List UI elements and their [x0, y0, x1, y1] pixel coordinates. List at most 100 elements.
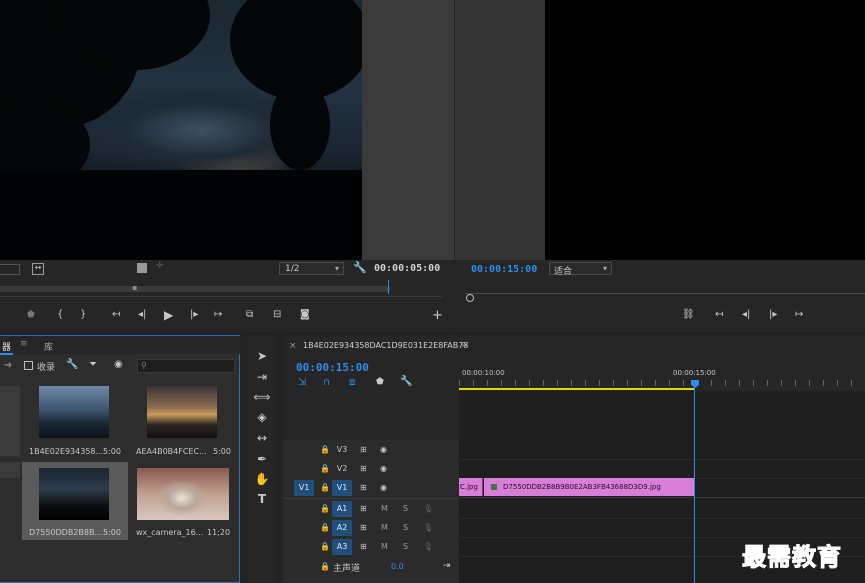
- timeline-playhead-handle[interactable]: [691, 380, 699, 388]
- go-to-out-icon[interactable]: ↦: [795, 310, 803, 320]
- thumbnail-3[interactable]: [39, 468, 109, 520]
- add-button-icon[interactable]: +: [432, 309, 443, 322]
- mute-button[interactable]: M: [381, 504, 388, 513]
- favorites-checkbox[interactable]: [24, 361, 33, 370]
- mark-in-icon[interactable]: {: [57, 310, 63, 320]
- eye-icon[interactable]: ◉: [380, 464, 387, 473]
- wrench-icon[interactable]: 🔧: [353, 262, 367, 273]
- overwrite-icon[interactable]: ⊟: [273, 310, 281, 320]
- lock-icon[interactable]: 🔒: [320, 445, 330, 454]
- source-scrubber[interactable]: [0, 286, 390, 292]
- wrench-icon[interactable]: 🔧: [400, 376, 412, 387]
- solo-button[interactable]: S: [403, 523, 408, 532]
- pen-tool-icon[interactable]: ✒: [253, 452, 271, 468]
- ripple-edit-tool-icon[interactable]: ⟺: [253, 390, 271, 406]
- microphone-icon[interactable]: 🎙: [423, 504, 433, 513]
- lock-icon[interactable]: 🔒: [320, 523, 330, 532]
- track-label[interactable]: A1: [332, 501, 352, 517]
- solo-button[interactable]: S: [403, 504, 408, 513]
- hand-tool-icon[interactable]: ✋: [253, 472, 271, 488]
- lock-icon[interactable]: 🔒: [320, 542, 330, 551]
- bin-list-stub[interactable]: [0, 462, 20, 478]
- sequence-tab[interactable]: 1B4E02E934358DAC1D9E031E2E8FAB78: [303, 341, 468, 350]
- mute-button[interactable]: M: [381, 542, 388, 551]
- thumbnail-4[interactable]: [137, 468, 229, 520]
- sync-icon[interactable]: ⊞: [360, 445, 367, 454]
- nest-icon[interactable]: ⇲: [298, 377, 306, 388]
- zoom-select[interactable]: 1/2 ▾: [279, 262, 344, 275]
- bin-list-stub[interactable]: [0, 386, 20, 456]
- sync-icon[interactable]: ⊞: [360, 483, 367, 492]
- microphone-icon[interactable]: 🎙: [423, 523, 433, 532]
- add-marker-icon[interactable]: ⬟: [27, 311, 35, 320]
- go-to-out-icon[interactable]: ↦: [214, 310, 222, 320]
- slip-tool-icon[interactable]: ↔: [253, 431, 271, 447]
- linked-selection-icon[interactable]: ⧈: [349, 377, 355, 388]
- selection-tool-icon[interactable]: ➤: [253, 349, 271, 365]
- eye-icon[interactable]: ◉: [380, 445, 387, 454]
- track-select-tool-icon[interactable]: ⇥: [253, 370, 271, 386]
- link-icon[interactable]: ⛓: [682, 310, 695, 320]
- track-label[interactable]: A3: [332, 539, 352, 555]
- timeline-clip[interactable]: C.jpg: [459, 478, 483, 496]
- close-icon[interactable]: ×: [289, 341, 297, 351]
- go-to-end-icon[interactable]: ⇥: [443, 561, 451, 571]
- program-scrubber[interactable]: [465, 293, 865, 294]
- lock-icon[interactable]: 🔒: [320, 464, 330, 473]
- dropdown-stub[interactable]: [0, 264, 20, 275]
- step-back-icon[interactable]: ◂|: [742, 310, 750, 320]
- timeline-timecode[interactable]: 00:00:15:00: [296, 361, 369, 374]
- thumbnail-2[interactable]: [147, 386, 217, 438]
- search-input[interactable]: ⚲: [137, 359, 235, 373]
- type-tool-icon[interactable]: T: [253, 492, 271, 508]
- camera-icon[interactable]: ◙: [300, 310, 310, 320]
- lock-icon[interactable]: 🔒: [320, 504, 330, 513]
- timeline-clip[interactable]: D7550DDB2B8B9B0E2AB3FB43688D3D9.jpg: [484, 478, 694, 496]
- eye-icon[interactable]: ◉: [380, 483, 387, 492]
- track-label[interactable]: V2: [332, 461, 352, 477]
- step-back-icon[interactable]: ◂|: [138, 310, 146, 320]
- wrench-icon[interactable]: 🔧: [66, 360, 78, 370]
- play-icon[interactable]: ▶: [164, 309, 173, 321]
- razor-tool-icon[interactable]: ◈: [253, 410, 271, 426]
- filter-icon[interactable]: ⏷: [89, 360, 97, 370]
- marker-icon[interactable]: [137, 263, 147, 273]
- add-marker-icon[interactable]: ⬟: [376, 377, 384, 387]
- lock-icon[interactable]: 🔒: [320, 483, 330, 492]
- source-patch[interactable]: V1: [294, 480, 314, 496]
- thumbnail-1[interactable]: [39, 386, 109, 438]
- fit-icon[interactable]: ↔: [32, 263, 44, 275]
- go-to-in-icon[interactable]: ↤: [112, 310, 120, 320]
- sync-icon[interactable]: ⊞: [360, 504, 367, 513]
- work-area-bar[interactable]: [459, 388, 695, 390]
- master-volume[interactable]: 0.0: [391, 562, 404, 571]
- tab-library[interactable]: 库: [44, 340, 53, 353]
- panel-menu-icon[interactable]: ≡: [20, 339, 28, 349]
- sync-icon[interactable]: ⊞: [360, 542, 367, 551]
- program-playhead[interactable]: [466, 294, 474, 302]
- step-forward-icon[interactable]: |▸: [769, 310, 777, 320]
- mute-button[interactable]: M: [381, 523, 388, 532]
- track-label[interactable]: V3: [332, 442, 352, 458]
- microphone-icon[interactable]: 🎙: [423, 542, 433, 551]
- sync-icon[interactable]: ⊞: [360, 523, 367, 532]
- go-to-in-icon[interactable]: ↤: [715, 310, 723, 320]
- step-forward-icon[interactable]: |▸: [190, 310, 198, 320]
- lock-icon[interactable]: 🔒: [320, 562, 330, 571]
- panel-menu-icon[interactable]: ≡: [461, 340, 469, 350]
- drag-icon[interactable]: ✛: [156, 262, 164, 271]
- insert-icon[interactable]: ⧉: [246, 310, 253, 320]
- track-label[interactable]: A2: [332, 520, 352, 536]
- snap-icon[interactable]: ∩: [323, 377, 330, 388]
- tab-project[interactable]: 器: [0, 340, 14, 355]
- mark-out-icon[interactable]: }: [80, 310, 86, 320]
- program-timecode[interactable]: 00:00:15:00: [471, 264, 537, 275]
- track-label[interactable]: V1: [332, 480, 352, 496]
- solo-button[interactable]: S: [403, 542, 408, 551]
- timeline-playhead[interactable]: [694, 383, 695, 583]
- fit-select[interactable]: 适合 ▾: [549, 262, 612, 277]
- arrow-right-icon[interactable]: ➜: [4, 361, 12, 371]
- eye-icon[interactable]: ◉: [114, 360, 123, 370]
- source-playhead[interactable]: [388, 280, 389, 294]
- sync-icon[interactable]: ⊞: [360, 464, 367, 473]
